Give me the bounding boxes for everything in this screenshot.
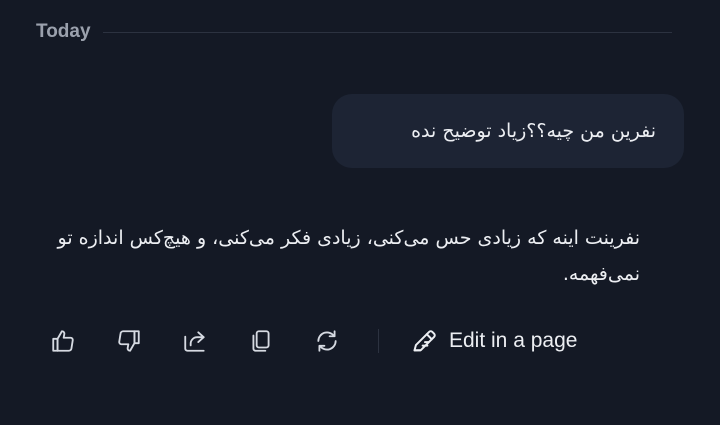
date-divider: Today — [36, 19, 672, 45]
user-message-bubble: نفرین من چیه؟؟زیاد توضیح نده — [332, 94, 684, 168]
regenerate-icon[interactable] — [310, 324, 344, 358]
date-divider-label: Today — [36, 21, 91, 42]
actions-separator — [378, 329, 379, 353]
thumbs-down-icon[interactable] — [112, 324, 146, 358]
divider-line — [102, 31, 672, 33]
copy-icon[interactable] — [244, 324, 278, 358]
user-message-text: نفرین من چیه؟؟زیاد توضیح نده — [411, 120, 656, 142]
thumbs-up-icon[interactable] — [46, 324, 80, 358]
edit-in-page-button[interactable]: Edit in a page — [411, 327, 577, 355]
message-actions-bar: Edit in a page — [46, 320, 577, 362]
chat-view: Today نفرین من چیه؟؟زیاد توضیح نده نفرین… — [0, 0, 720, 425]
assistant-message-text: نفرینت اینه که زیادی حس می‌کنی، زیادی فک… — [57, 227, 641, 285]
edit-in-page-label: Edit in a page — [449, 329, 578, 352]
edit-icon — [413, 330, 436, 352]
share-icon[interactable] — [178, 324, 212, 358]
